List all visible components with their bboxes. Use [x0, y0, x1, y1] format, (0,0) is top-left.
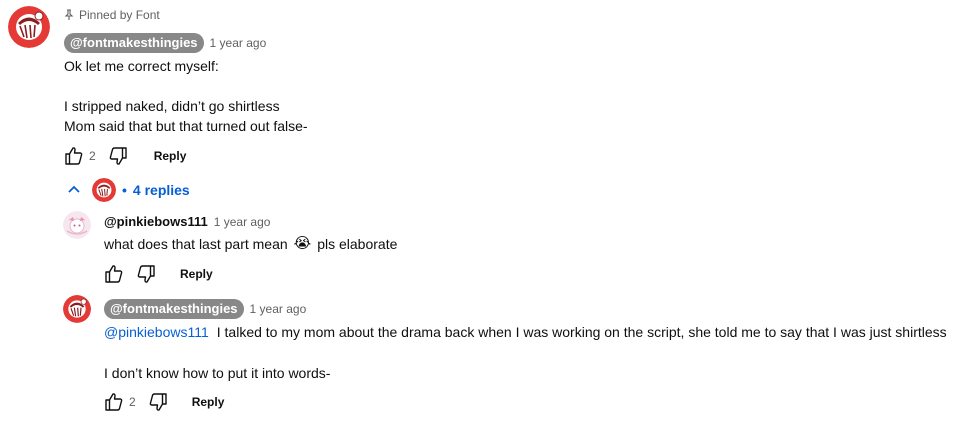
avatar-image-icon [63, 295, 91, 323]
pinned-label: Pinned by Font [79, 8, 160, 22]
avatar-image-icon [63, 211, 91, 239]
creator-avatar-icon [92, 178, 116, 202]
pin-icon [64, 9, 74, 20]
dislike-icon[interactable] [134, 262, 158, 286]
replies-count-label: 4 replies [132, 182, 190, 198]
reply-1-text-part: what does that last part mean [104, 236, 288, 252]
reply-1-author[interactable]: @pinkiebows111 [104, 214, 208, 230]
reply-1-actions: Reply [102, 262, 213, 286]
reply-1-text-part-2: pls elaborate [317, 236, 398, 252]
top-comment-line-3: I stripped naked, didn’t go shirtless [64, 98, 280, 114]
reply-button[interactable]: Reply [180, 266, 213, 282]
reply-1-avatar[interactable] [63, 211, 91, 239]
dislike-icon[interactable] [106, 144, 130, 168]
crying-emoji-icon: 😭 [293, 235, 312, 252]
reply-2-mention-link[interactable]: @pinkiebows111 [104, 322, 209, 342]
top-comment-line-4: Mom said that but that turned out false- [64, 118, 308, 134]
reply-2-header: @fontmakesthingies 1 year ago [104, 299, 306, 319]
avatar-image-icon [8, 6, 50, 48]
reply-1-text: what does that last part mean 😭 pls elab… [104, 234, 397, 254]
like-icon[interactable] [102, 262, 126, 286]
top-comment-time[interactable]: 1 year ago [210, 35, 267, 51]
top-comment-line-1: Ok let me correct myself: [64, 58, 219, 74]
reply-1-header: @pinkiebows111 1 year ago [104, 214, 270, 230]
reply-2-author[interactable]: @fontmakesthingies [104, 299, 244, 319]
like-count: 2 [129, 395, 136, 409]
reply-2-text-part: I talked to my mom about the drama back … [216, 324, 947, 340]
reply-button[interactable]: Reply [192, 394, 225, 410]
replies-toggle-button[interactable]: • 4 replies [66, 178, 190, 202]
top-comment-actions: 2 Reply [62, 144, 186, 168]
like-count: 2 [89, 149, 96, 163]
reply-button[interactable]: Reply [154, 148, 187, 164]
reply-2-time[interactable]: 1 year ago [250, 301, 307, 317]
reply-2-avatar[interactable] [63, 295, 91, 323]
chevron-up-icon [68, 185, 80, 193]
reply-2-text: @pinkiebows111 I talked to my mom about … [104, 322, 947, 342]
like-icon[interactable] [62, 144, 86, 168]
top-comment-author[interactable]: @fontmakesthingies [64, 33, 204, 53]
bullet-separator: • [122, 182, 127, 198]
dislike-icon[interactable] [146, 390, 170, 414]
reply-2-text-line-2: I don’t know how to put it into words- [104, 365, 331, 381]
pinned-indicator: Pinned by Font [64, 7, 160, 23]
top-comment-header: @fontmakesthingies 1 year ago [64, 33, 266, 53]
top-comment-avatar[interactable] [8, 6, 50, 48]
reply-2-actions: 2 Reply [102, 390, 224, 414]
reply-1-time[interactable]: 1 year ago [214, 214, 271, 230]
like-icon[interactable] [102, 390, 126, 414]
